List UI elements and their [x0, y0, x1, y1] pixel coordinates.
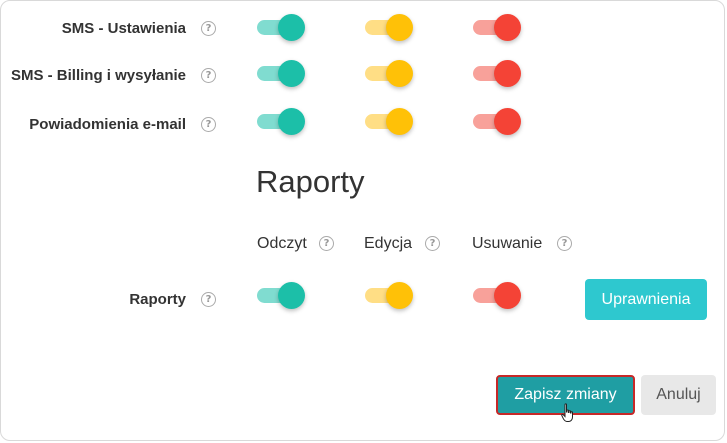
- toggle-email-delete[interactable]: [473, 106, 521, 136]
- toggle-email-edit[interactable]: [365, 106, 413, 136]
- section-title-reports: Raporty: [256, 164, 365, 199]
- toggle-sms-billing-read[interactable]: [257, 58, 305, 88]
- help-icon[interactable]: ?: [425, 236, 440, 251]
- toggle-knob: [278, 282, 305, 309]
- column-header-edit: Edycja: [364, 235, 413, 252]
- toggle-knob: [494, 108, 521, 135]
- toggle-sms-settings-edit[interactable]: [365, 12, 413, 42]
- toggle-knob: [278, 14, 305, 41]
- toggle-reports-delete[interactable]: [473, 280, 521, 310]
- toggle-knob: [386, 60, 413, 87]
- permissions-panel: SMS - Ustawienia ? SMS - Billing i wysył…: [0, 0, 725, 441]
- help-icon[interactable]: ?: [201, 21, 216, 36]
- toggle-knob: [494, 60, 521, 87]
- column-header-read: Odczyt: [257, 235, 307, 252]
- toggle-email-read[interactable]: [257, 106, 305, 136]
- toggle-reports-read[interactable]: [257, 280, 305, 310]
- row-label-email-notifications: Powiadomienia e-mail: [29, 116, 186, 133]
- toggle-knob: [494, 282, 521, 309]
- row-label-reports: Raporty: [129, 291, 186, 308]
- hand-cursor-icon: [561, 403, 573, 422]
- toggle-knob: [278, 108, 305, 135]
- toggle-knob: [386, 14, 413, 41]
- help-icon[interactable]: ?: [319, 236, 334, 251]
- row-label-sms-billing: SMS - Billing i wysyłanie: [10, 67, 186, 84]
- toggle-reports-edit[interactable]: [365, 280, 413, 310]
- help-icon[interactable]: ?: [557, 236, 572, 251]
- cancel-button[interactable]: Anuluj: [641, 375, 716, 415]
- permissions-button[interactable]: Uprawnienia: [585, 279, 707, 320]
- toggle-sms-billing-delete[interactable]: [473, 58, 521, 88]
- toggle-knob: [494, 14, 521, 41]
- help-icon[interactable]: ?: [201, 117, 216, 132]
- toggle-knob: [386, 108, 413, 135]
- column-header-delete: Usuwanie: [472, 235, 543, 252]
- toggle-sms-settings-delete[interactable]: [473, 12, 521, 42]
- toggle-knob: [278, 60, 305, 87]
- toggle-knob: [386, 282, 413, 309]
- help-icon[interactable]: ?: [201, 68, 216, 83]
- help-icon[interactable]: ?: [201, 292, 216, 307]
- row-label-sms-settings: SMS - Ustawienia: [61, 20, 186, 37]
- toggle-sms-settings-read[interactable]: [257, 12, 305, 42]
- toggle-sms-billing-edit[interactable]: [365, 58, 413, 88]
